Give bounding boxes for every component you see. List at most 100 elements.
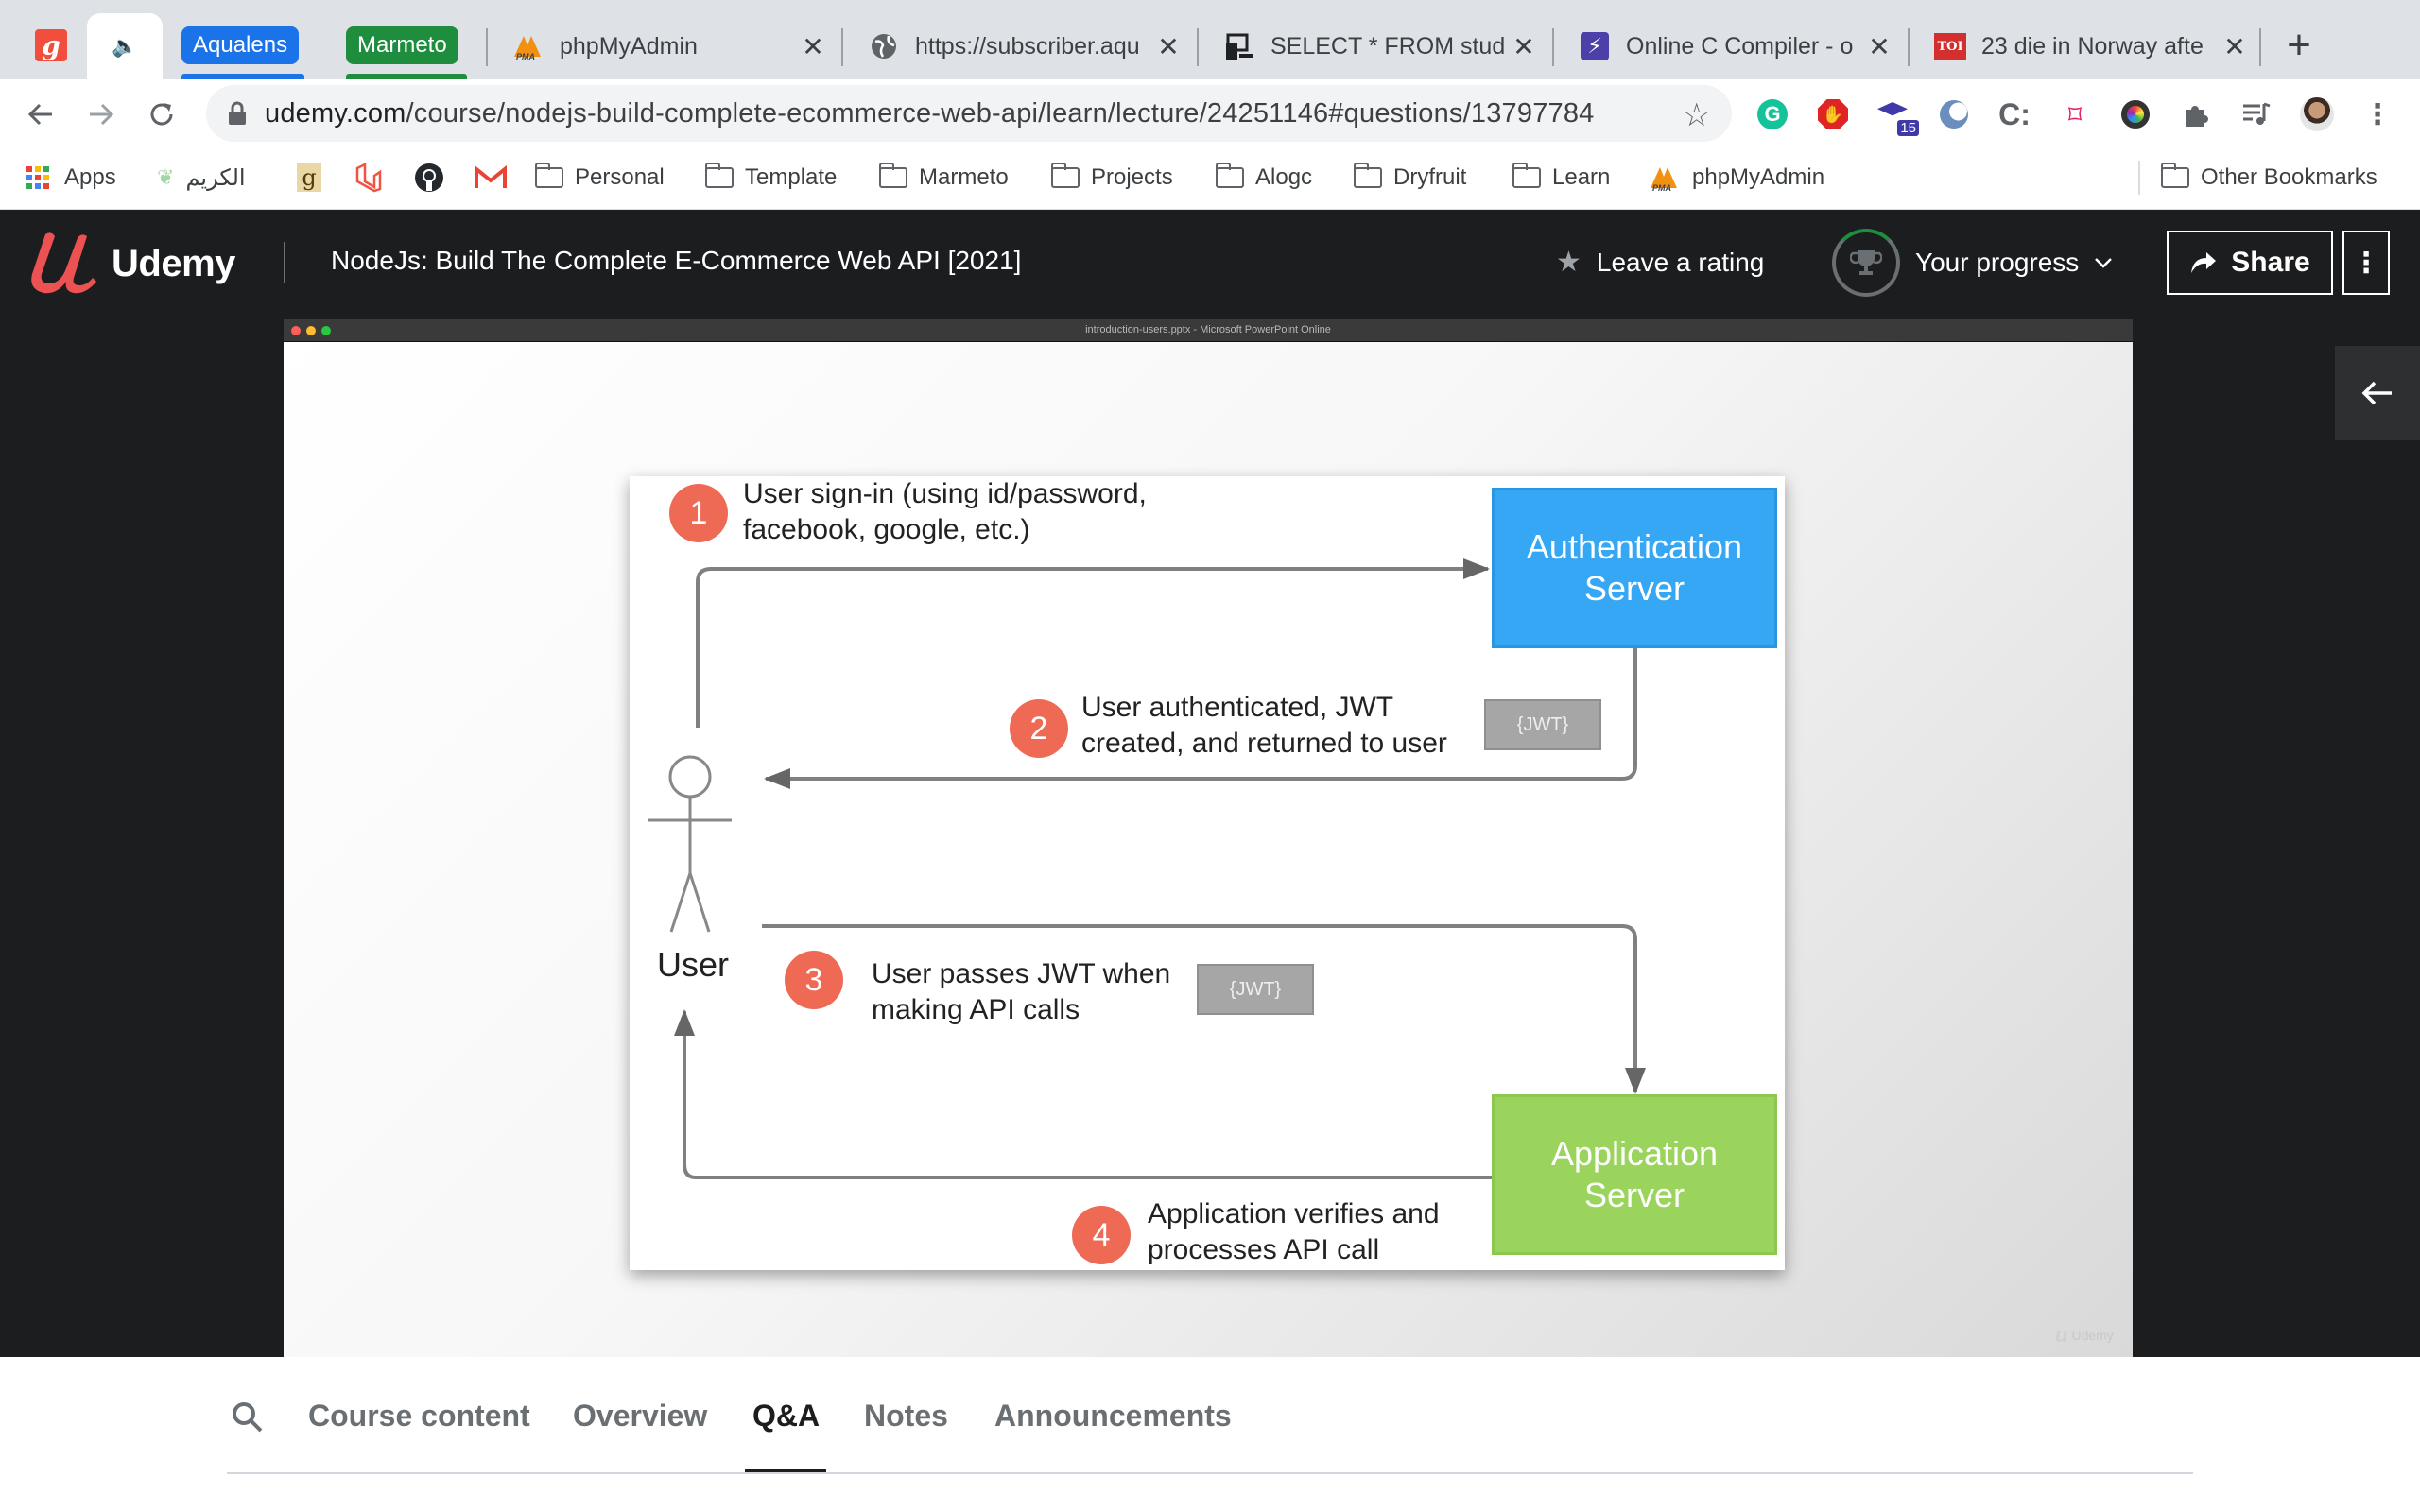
tab-subscriber[interactable]: https://subscriber.aqu ✕ xyxy=(843,13,1197,79)
code-extension-icon[interactable]: C: xyxy=(1996,96,2032,132)
slide-diagram: Authentication Server Application Server… xyxy=(630,476,1785,1270)
step-text-1: User sign-in (using id/password, faceboo… xyxy=(743,478,1147,545)
tab-phpmyadmin[interactable]: PMA phpMyAdmin ✕ xyxy=(488,13,841,79)
address-bar[interactable]: udemy.com/course/nodejs-build-complete-e… xyxy=(206,85,1732,142)
forward-icon[interactable] xyxy=(83,96,119,132)
bookmark-gmail[interactable] xyxy=(475,159,507,197)
close-tab-icon[interactable]: ✕ xyxy=(1505,31,1543,62)
svg-text:PMA: PMA xyxy=(516,52,535,60)
extensions-puzzle-icon[interactable] xyxy=(2178,96,2214,132)
chevron-down-icon xyxy=(2094,256,2113,269)
leaf-icon: ❦ xyxy=(157,165,175,189)
course-tabs: Course content Overview Q&A Notes Announ… xyxy=(0,1357,2420,1512)
folder-icon xyxy=(1512,163,1541,188)
tab-course-content[interactable]: Course content xyxy=(308,1399,530,1434)
media-queue-icon[interactable] xyxy=(2238,96,2274,132)
bookmark-apps[interactable]: Apps xyxy=(26,159,116,197)
laravel-icon xyxy=(355,163,382,193)
bookmark-laravel[interactable] xyxy=(354,159,384,197)
authentication-server-box: Authentication Server xyxy=(1492,488,1777,648)
folder-icon xyxy=(2160,163,2189,188)
search-icon xyxy=(233,1402,263,1433)
bookmark-folder-alogc[interactable]: Alogc xyxy=(1215,159,1312,197)
application-server-box: Application Server xyxy=(1492,1094,1777,1255)
apps-grid-icon xyxy=(26,166,49,189)
udemy-u-icon xyxy=(31,232,97,294)
moon-extension-icon[interactable] xyxy=(1936,96,1972,132)
tab-toi-news[interactable]: TOI 23 die in Norway afte ✕ xyxy=(1910,13,2263,79)
g-app-icon: g xyxy=(35,29,67,61)
bookmark-github[interactable] xyxy=(414,159,444,197)
adblock-icon[interactable]: ✋ xyxy=(1815,96,1851,132)
new-tab-button[interactable]: + xyxy=(2276,19,2322,72)
bookmark-g[interactable]: g xyxy=(297,159,321,197)
close-tab-icon[interactable]: ✕ xyxy=(794,31,832,62)
udemy-logo[interactable]: Udemy xyxy=(28,231,235,297)
svg-text:PMA: PMA xyxy=(1652,183,1671,192)
globe-icon xyxy=(868,30,900,62)
star-icon: ★ xyxy=(1556,247,1582,278)
folder-icon xyxy=(534,163,563,188)
tab-overview[interactable]: Overview xyxy=(573,1399,707,1434)
address-url: udemy.com/course/nodejs-build-complete-e… xyxy=(265,97,1595,129)
phpmyadmin-icon: PMA xyxy=(512,30,544,62)
color-picker-icon[interactable] xyxy=(2118,96,2153,132)
close-tab-icon[interactable]: ✕ xyxy=(2216,31,2254,62)
close-tab-icon[interactable]: ✕ xyxy=(1150,31,1187,62)
tab-pinned-g[interactable]: g xyxy=(25,21,78,70)
bookmark-quran[interactable]: ❦ الكريم xyxy=(157,159,246,197)
github-icon xyxy=(415,163,443,192)
grammarly-icon[interactable]: G xyxy=(1754,96,1790,132)
step-text-2: User authenticated, JWT created, and ret… xyxy=(1081,692,1447,759)
pin-extension-icon[interactable]: ⌑ xyxy=(2057,96,2093,132)
bookmark-folder-template[interactable]: Template xyxy=(704,159,837,197)
course-title[interactable]: NodeJs: Build The Complete E-Commerce We… xyxy=(331,246,1021,276)
tab-group-marmeto[interactable]: Marmeto xyxy=(346,26,458,64)
folder-icon xyxy=(878,163,908,188)
video-frame: introduction-users.pptx - Microsoft Powe… xyxy=(284,319,2133,1357)
bookmark-folder-projects[interactable]: Projects xyxy=(1050,159,1173,197)
sidebar-toggle-button[interactable] xyxy=(2335,346,2420,440)
udemy-watermark-icon: u xyxy=(2055,1323,2068,1347)
bookmarks-bar: Apps ❦ الكريم g Personal Template Marmet… xyxy=(0,147,2420,210)
tab-active-audio[interactable]: 🔈 xyxy=(87,13,163,79)
share-button[interactable]: Share xyxy=(2167,231,2333,295)
leave-rating-button[interactable]: ★ Leave a rating xyxy=(1556,246,1764,279)
tab-qa[interactable]: Q&A xyxy=(752,1399,820,1434)
more-options-button[interactable]: ⋮ xyxy=(2342,231,2390,295)
step-text-3: User passes JWT when making API calls xyxy=(872,958,1171,1025)
goodreads-icon: g xyxy=(297,163,321,192)
arrow-app-response xyxy=(674,1009,1492,1179)
step-badge-2: 2 xyxy=(1010,699,1068,758)
chrome-menu-icon[interactable]: ⋮ xyxy=(2360,96,2395,132)
video-player[interactable]: introduction-users.pptx - Microsoft Powe… xyxy=(0,316,2420,1357)
bookmark-folder-learn[interactable]: Learn xyxy=(1512,159,1610,197)
profile-avatar[interactable] xyxy=(2299,96,2335,132)
tab-select-query[interactable]: SELECT * FROM stude ✕ xyxy=(1199,13,1552,79)
tab-notes[interactable]: Notes xyxy=(864,1399,948,1434)
bookmark-phpmyadmin[interactable]: PMA phpMyAdmin xyxy=(1649,159,1824,197)
browser-toolbar: udemy.com/course/nodejs-build-complete-e… xyxy=(0,79,2420,147)
close-tab-icon[interactable]: ✕ xyxy=(1860,31,1898,62)
folder-icon xyxy=(1050,163,1080,188)
reload-icon[interactable] xyxy=(144,96,180,132)
bookmark-folder-dryfruit[interactable]: Dryfruit xyxy=(1353,159,1466,197)
bookmark-folder-marmeto[interactable]: Marmeto xyxy=(878,159,1009,197)
bookmark-other[interactable]: Other Bookmarks xyxy=(2160,159,2377,197)
tab-announcements[interactable]: Announcements xyxy=(994,1399,1232,1434)
your-progress-button[interactable]: Your progress xyxy=(1832,229,2113,297)
tab-online-compiler[interactable]: ⚡ Online C Compiler - o ✕ xyxy=(1554,13,1908,79)
step-badge-1: 1 xyxy=(669,484,728,542)
db-icon xyxy=(1223,30,1255,62)
bookmark-star-icon[interactable]: ☆ xyxy=(1683,96,1711,134)
udemy-header: Udemy NodeJs: Build The Complete E-Comme… xyxy=(0,210,2420,316)
back-icon[interactable] xyxy=(23,96,59,132)
udemy-watermark: u Udemy xyxy=(2055,1323,2114,1347)
step-badge-4: 4 xyxy=(1072,1206,1131,1264)
powerpoint-window-bar: introduction-users.pptx - Microsoft Powe… xyxy=(284,319,2133,342)
graduation-cap-icon[interactable]: 15 xyxy=(1876,96,1919,136)
bookmark-folder-personal[interactable]: Personal xyxy=(534,159,665,197)
search-button[interactable] xyxy=(231,1400,265,1435)
tab-group-aqualens[interactable]: Aqualens xyxy=(182,26,300,64)
trophy-progress-icon xyxy=(1832,229,1900,297)
